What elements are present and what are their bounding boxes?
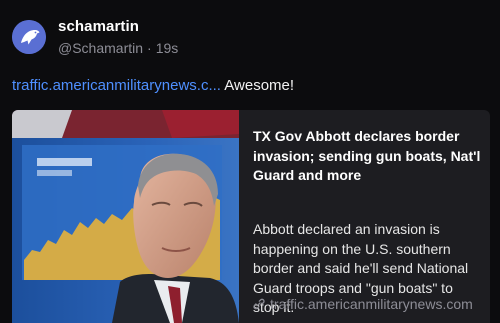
avatar[interactable] (12, 20, 46, 54)
card-thumbnail[interactable] (12, 110, 239, 323)
news-photo (12, 110, 239, 323)
user-handle[interactable]: @Schamartin (58, 40, 143, 56)
post-text: traffic.americanmilitarynews.c... Awesom… (12, 77, 294, 94)
post-body: Awesome! (224, 77, 295, 94)
post-meta: @Schamartin · 19s (58, 40, 178, 56)
eagle-icon (12, 20, 46, 54)
card-title[interactable]: TX Gov Abbott declares border invasion; … (253, 127, 483, 186)
post-timestamp[interactable]: 19s (156, 40, 179, 56)
card-domain[interactable]: traffic.americanmilitarynews.com (253, 296, 473, 312)
display-name[interactable]: schamartin (58, 18, 139, 35)
link-card[interactable]: TX Gov Abbott declares border invasion; … (12, 110, 490, 323)
post[interactable]: schamartin @Schamartin · 19s traffic.ameri… (0, 0, 500, 323)
meta-separator: · (147, 40, 152, 56)
card-domain-text: traffic.americanmilitarynews.com (270, 296, 473, 312)
link-icon (253, 298, 265, 310)
post-link[interactable]: traffic.americanmilitarynews.c... (12, 77, 221, 94)
